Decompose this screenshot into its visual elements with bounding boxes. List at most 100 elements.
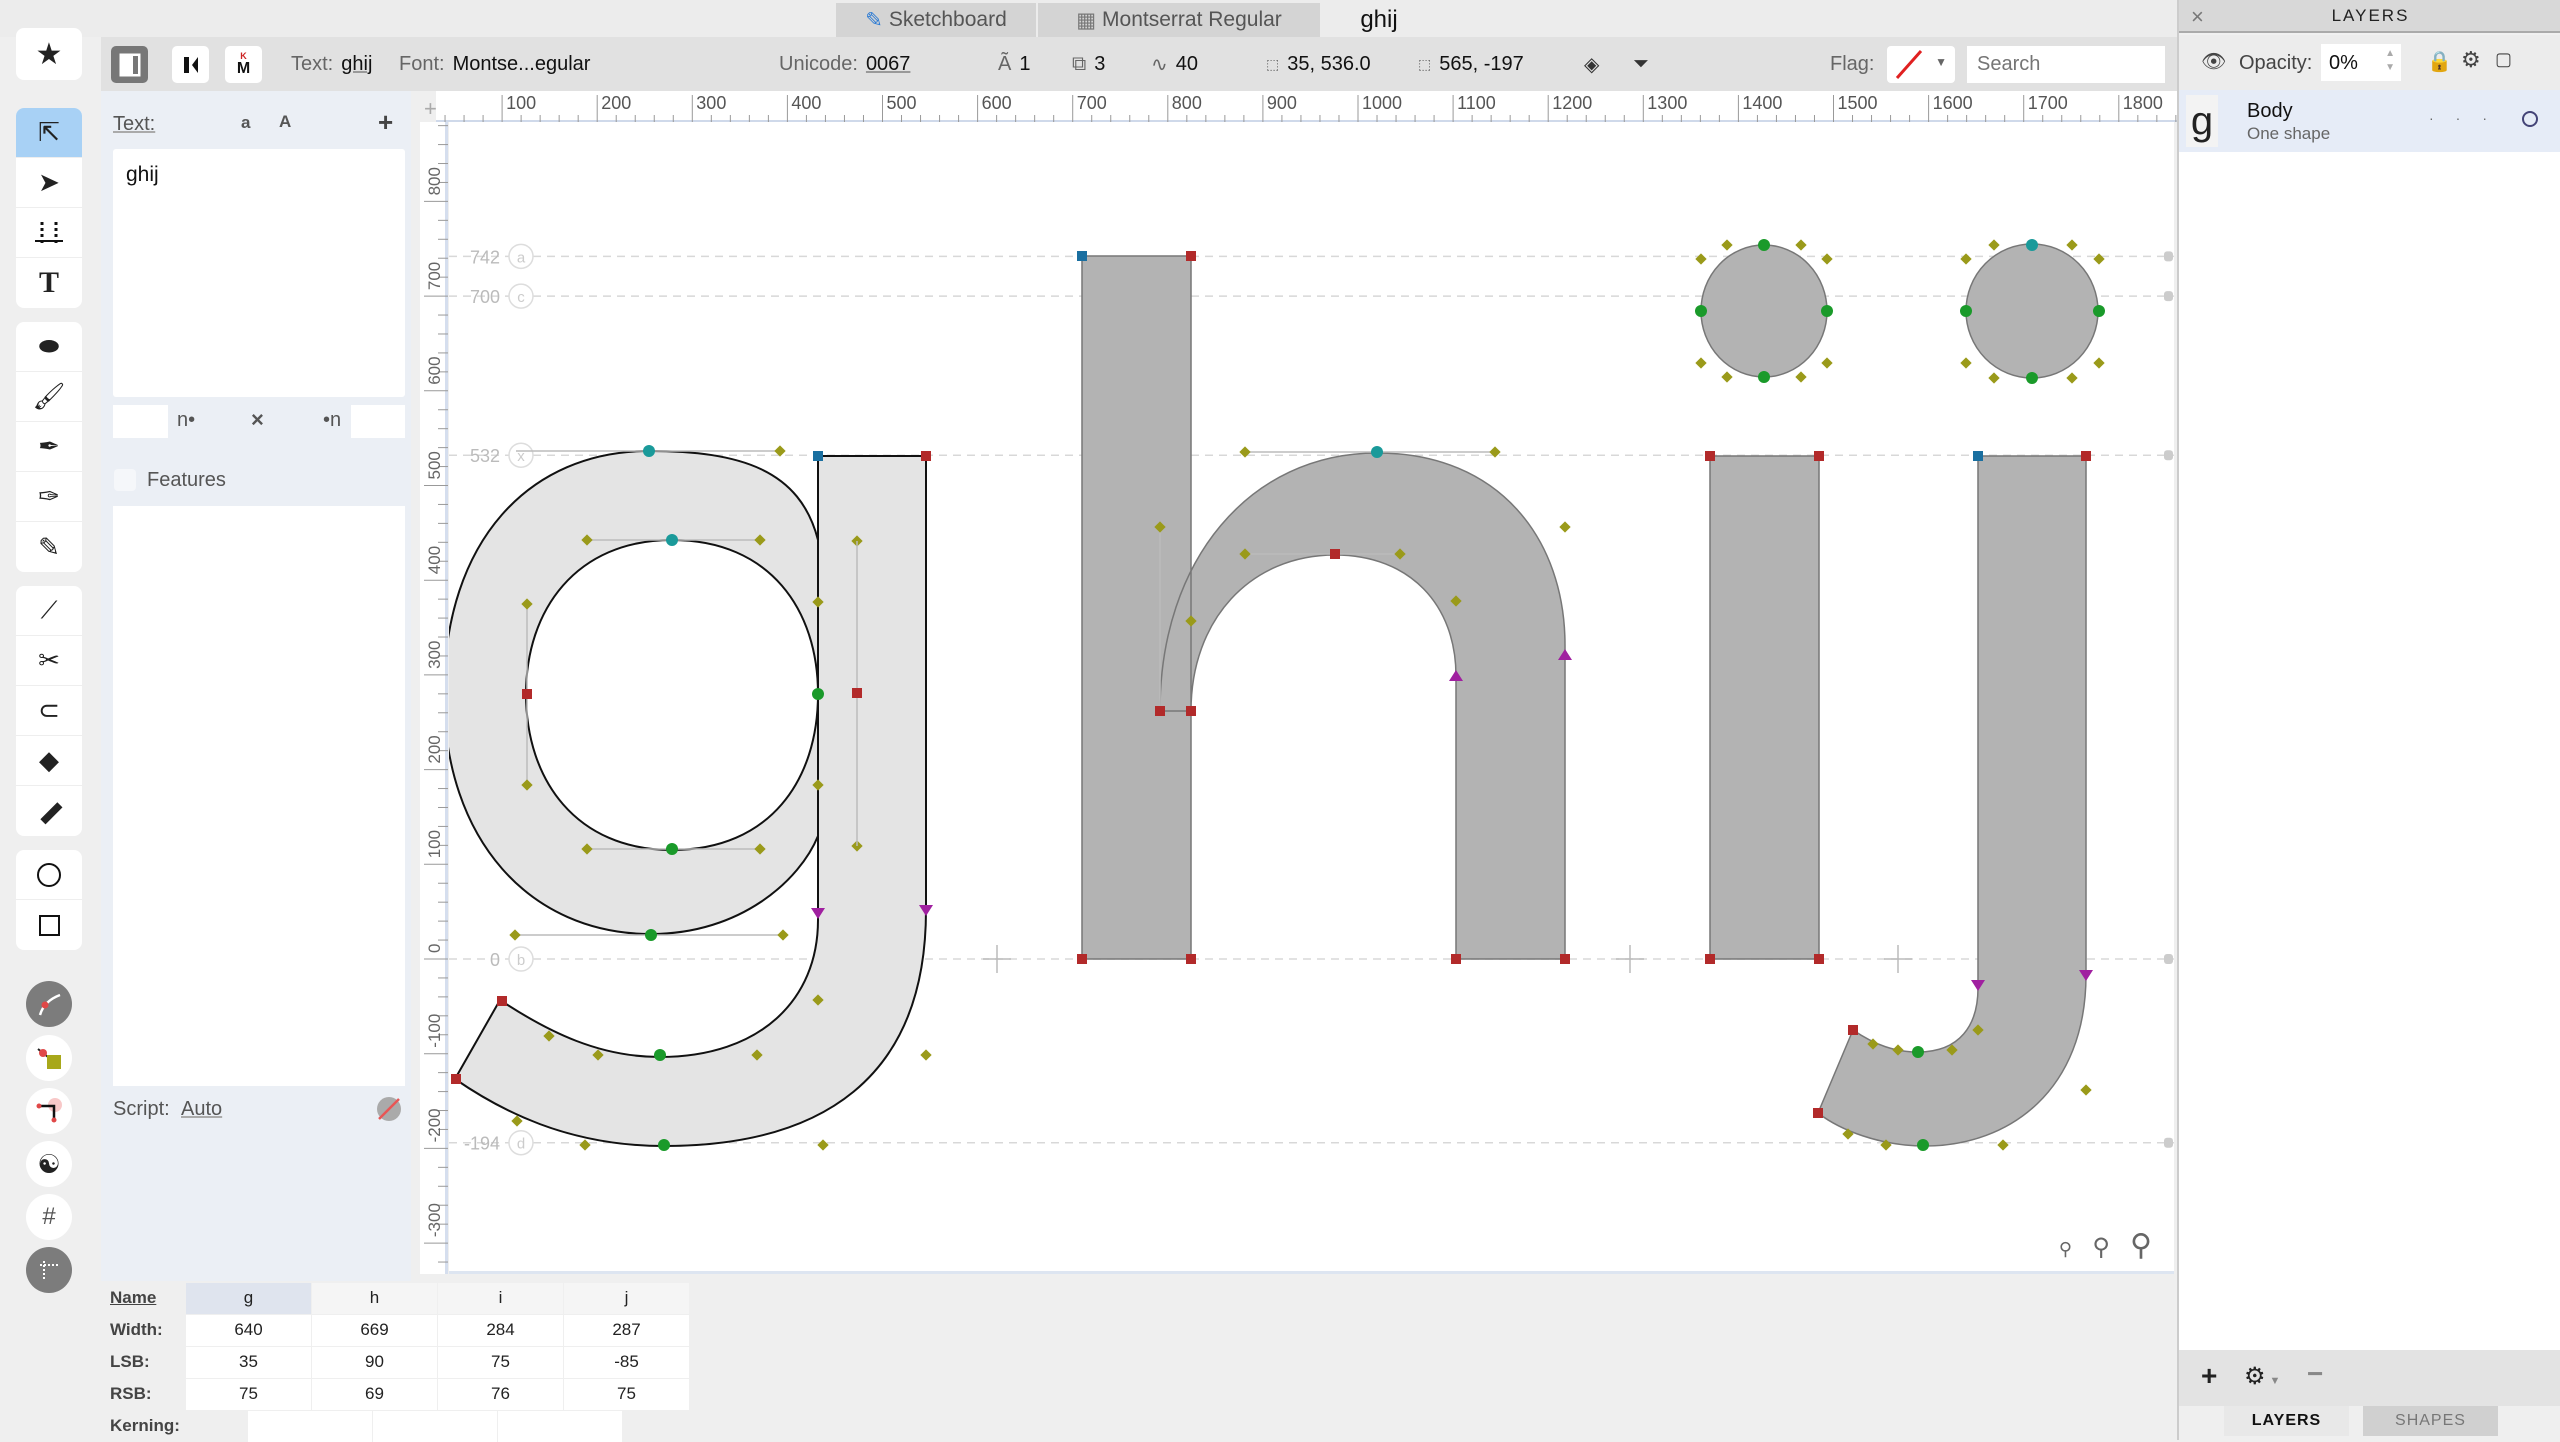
tab-layers[interactable]: LAYERS (2224, 1406, 2349, 1436)
guideline-lock-icon[interactable] (2164, 954, 2173, 964)
rsb-cell[interactable]: 75 (564, 1378, 689, 1410)
lock-button[interactable]: 🔒 (2427, 49, 2452, 74)
script-dropdown[interactable]: Auto (181, 1098, 222, 1121)
width-cell[interactable]: 640 (186, 1314, 311, 1346)
bezier-handle[interactable] (1795, 371, 1807, 383)
horizontal-ruler[interactable]: 100 200 300 400 500 600 700 800 900 1000 1100 1200 1… (406, 91, 2215, 122)
bezier-handle[interactable] (1988, 239, 2000, 251)
layer-actions-menu[interactable]: ⚙ ▼ (2244, 1362, 2280, 1391)
unicode-field[interactable]: Unicode: 0067 (779, 37, 910, 91)
corner-node[interactable] (813, 451, 823, 461)
curve-smart-button[interactable] (26, 981, 72, 1027)
smooth-node[interactable] (1371, 446, 1383, 458)
font-field[interactable]: Font: Montse...egular (399, 37, 590, 91)
corner-node[interactable] (1186, 706, 1196, 716)
bezier-handle[interactable] (777, 929, 789, 941)
features-list[interactable] (113, 506, 405, 1086)
tool-rectangle[interactable] (16, 900, 82, 950)
add-text-button[interactable]: + (378, 107, 393, 138)
rsb-cell[interactable]: 76 (438, 1378, 563, 1410)
guideline-lock-icon[interactable] (2164, 450, 2173, 461)
tool-direct-select[interactable]: ➤ (16, 158, 82, 208)
guideline-lock-icon[interactable] (2164, 291, 2173, 302)
tool-metrics[interactable] (16, 208, 82, 258)
opacity-stepper[interactable]: 0% ▲ ▼ (2321, 44, 2401, 81)
smooth-node[interactable] (1912, 1046, 1924, 1058)
grid-toggle-button[interactable]: # (26, 1194, 72, 1240)
lsb-cell[interactable]: 75 (438, 1346, 563, 1378)
tab-sketchboard[interactable]: ✎ Sketchboard (836, 3, 1036, 37)
lowercase-button[interactable]: a (241, 113, 250, 133)
smooth-node[interactable] (1917, 1139, 1929, 1151)
bezier-handle[interactable] (2093, 253, 2105, 265)
glyph-g[interactable] (449, 449, 927, 1148)
lsb-cell[interactable]: 35 (186, 1346, 311, 1378)
vertical-ruler[interactable]: 800 700 600 500 400 300 200 100 0 -100 -200 -300 (420, 122, 448, 1320)
search-input[interactable] (1967, 46, 2165, 83)
tool-scissors[interactable]: ✂ (16, 636, 82, 686)
bezier-handle[interactable] (1960, 357, 1972, 369)
zoom-out-button[interactable]: ⚲ (2059, 1239, 2072, 1260)
tool-knife[interactable]: ⟋ (16, 586, 82, 636)
smooth-node[interactable] (666, 534, 678, 546)
smooth-node[interactable] (666, 843, 678, 855)
smooth-node[interactable] (658, 1139, 670, 1151)
corner-node[interactable] (852, 688, 862, 698)
bezier-handle[interactable] (509, 929, 521, 941)
glyph-name-cell[interactable]: i (438, 1282, 563, 1314)
metrics-mode-button[interactable] (172, 46, 209, 83)
smooth-node[interactable] (645, 929, 657, 941)
layers-toggle-button[interactable]: ◈ (1584, 37, 1599, 91)
bezier-handle[interactable] (1821, 253, 1833, 265)
bezier-handle[interactable] (1695, 357, 1707, 369)
kerning-cell[interactable] (373, 1410, 497, 1442)
clear-context-button[interactable]: × (251, 407, 264, 433)
bezier-handle[interactable] (1960, 253, 1972, 265)
smooth-node[interactable] (1821, 305, 1833, 317)
size-readout[interactable]: ⬚ 565, -197 (1418, 37, 1524, 91)
bezier-handle[interactable] (1721, 371, 1733, 383)
bezier-handle[interactable] (579, 1139, 591, 1151)
left-context-input[interactable] (113, 405, 168, 438)
tab-font[interactable]: ▦ Montserrat Regular (1038, 3, 1320, 37)
smooth-node[interactable] (654, 1049, 666, 1061)
corner-node[interactable] (1330, 549, 1340, 559)
coordinates-toggle-button[interactable] (26, 1035, 72, 1081)
corner-node[interactable] (2081, 451, 2091, 461)
width-cell[interactable]: 669 (312, 1314, 437, 1346)
lsb-cell[interactable]: 90 (312, 1346, 437, 1378)
smooth-node[interactable] (1695, 305, 1707, 317)
bezier-handle[interactable] (1997, 1139, 2009, 1151)
tool-eraser[interactable]: ⬬ (16, 322, 82, 372)
corner-node[interactable] (1560, 954, 1570, 964)
right-context-input[interactable] (351, 405, 405, 438)
tool-brush[interactable]: 🖌 (16, 372, 82, 422)
glyph-name-cell[interactable]: j (564, 1282, 689, 1314)
bezier-handle[interactable] (817, 1139, 829, 1151)
zoom-in-button[interactable]: ⚲ (2130, 1228, 2152, 1263)
bezier-handle[interactable] (2066, 239, 2078, 251)
guideline-lock-icon[interactable] (2164, 251, 2173, 262)
smooth-node[interactable] (643, 445, 655, 457)
corner-node[interactable] (1705, 451, 1715, 461)
remove-layer-button[interactable]: − (2307, 1358, 2323, 1390)
preview-toggle-button[interactable]: ☯ (26, 1141, 72, 1187)
close-panel-button[interactable]: × (2191, 4, 2204, 30)
guides-toggle-button[interactable] (26, 1247, 72, 1293)
smooth-node[interactable] (2026, 239, 2038, 251)
corner-node[interactable] (451, 1074, 461, 1084)
corner-node[interactable] (1814, 954, 1824, 964)
uppercase-button[interactable]: A (279, 112, 291, 132)
corner-node[interactable] (1186, 954, 1196, 964)
ruler-origin-button[interactable]: + (424, 96, 437, 122)
kerning-cell[interactable] (248, 1410, 372, 1442)
corner-node[interactable] (522, 689, 532, 699)
tab-glyphs[interactable]: ghij (1322, 3, 1436, 37)
corner-node[interactable] (1848, 1025, 1858, 1035)
tool-text[interactable]: T (16, 258, 82, 308)
smooth-node[interactable] (1960, 305, 1972, 317)
bezier-handle[interactable] (2080, 1084, 2092, 1096)
bezier-handle[interactable] (2093, 357, 2105, 369)
corner-node[interactable] (1155, 706, 1165, 716)
tag-button[interactable]: ⏷ (1633, 37, 1649, 91)
